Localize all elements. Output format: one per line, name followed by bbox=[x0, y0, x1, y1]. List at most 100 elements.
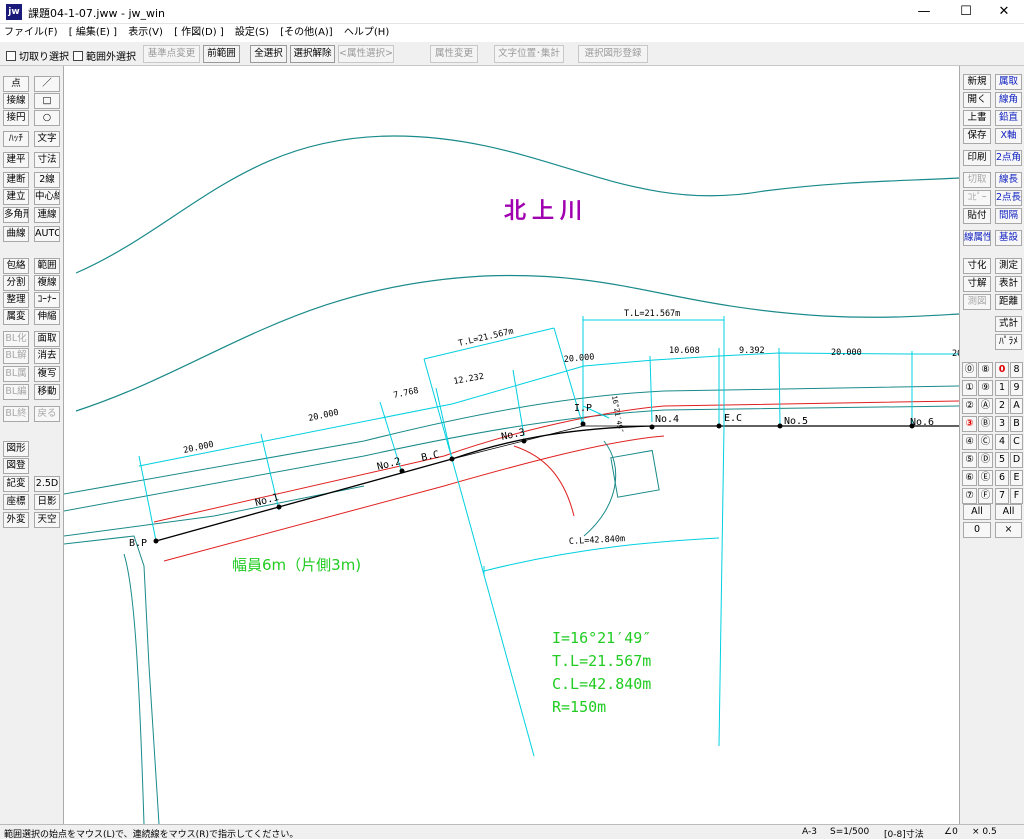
select-all-button[interactable]: 全選択 bbox=[250, 45, 287, 63]
left-tool2-22[interactable]: 天空 bbox=[34, 512, 60, 528]
layer-group-circle[interactable]: Ⓐ bbox=[978, 398, 993, 414]
left-tool2-5[interactable]: 2線 bbox=[34, 172, 60, 188]
left-tool-22[interactable]: 外変 bbox=[3, 512, 29, 528]
layer-group-button[interactable]: 7 bbox=[995, 488, 1009, 504]
right-tool2-5[interactable]: 線長 bbox=[995, 172, 1022, 188]
right-tool-2[interactable]: 上書 bbox=[963, 110, 991, 126]
layer-group-circle[interactable]: Ⓓ bbox=[978, 452, 993, 468]
maximize-button[interactable]: ☐ bbox=[946, 0, 986, 24]
layer-group-button[interactable]: 1 bbox=[995, 380, 1009, 396]
right-tool2-1[interactable]: 線角 bbox=[995, 92, 1022, 108]
close-button[interactable]: ✕ bbox=[984, 0, 1024, 24]
layer-group-circle[interactable]: ③ bbox=[962, 416, 977, 432]
left-tool-5[interactable]: 建断 bbox=[3, 172, 29, 188]
layer-button[interactable]: F bbox=[1010, 488, 1023, 504]
left-tool2-12[interactable]: 伸縮 bbox=[34, 309, 60, 325]
left-tool2-3[interactable]: 文字 bbox=[34, 131, 60, 147]
left-tool2-13[interactable]: 面取 bbox=[34, 331, 60, 347]
attribute-change-button[interactable]: 属性変更 bbox=[430, 45, 478, 63]
left-tool-15[interactable]: BL属 bbox=[3, 366, 29, 382]
left-tool-0[interactable]: 点 bbox=[3, 76, 29, 92]
right-tool-1[interactable]: 開く bbox=[963, 92, 991, 108]
right-tool-10[interactable]: 寸解 bbox=[963, 276, 991, 292]
layer-button[interactable]: E bbox=[1010, 470, 1023, 486]
factor-status[interactable]: × 0.5 bbox=[972, 827, 997, 837]
drawing-canvas[interactable]: 北上川 20.000 20.000 7.768 12.232 20.000 10… bbox=[63, 66, 962, 825]
left-tool2-7[interactable]: 連線 bbox=[34, 207, 60, 223]
text-position-button[interactable]: 文字位置･集計 bbox=[494, 45, 564, 63]
right-tool-3[interactable]: 保存 bbox=[963, 128, 991, 144]
menu-file[interactable]: ファイル(F) bbox=[0, 24, 62, 42]
left-tool-10[interactable]: 分割 bbox=[3, 275, 29, 291]
left-tool-4[interactable]: 建平 bbox=[3, 152, 29, 168]
right-tool2-10[interactable]: 表計 bbox=[995, 276, 1022, 292]
left-tool2-4[interactable]: 寸法 bbox=[34, 152, 60, 168]
right-tool-8[interactable]: 線属性 bbox=[963, 230, 991, 246]
right-tool-11[interactable]: 測図 bbox=[963, 294, 991, 310]
left-tool2-16[interactable]: 移動 bbox=[34, 384, 60, 400]
layer-group-button[interactable]: 3 bbox=[995, 416, 1009, 432]
left-tool2-20[interactable]: 2.5D bbox=[34, 476, 60, 492]
left-tool-12[interactable]: 属変 bbox=[3, 309, 29, 325]
left-tool-19[interactable]: 図登 bbox=[3, 458, 29, 474]
outside-select-checkbox[interactable]: 範囲外選択 bbox=[73, 48, 136, 63]
left-tool2-10[interactable]: 複線 bbox=[34, 275, 60, 291]
left-tool2-9[interactable]: 範囲 bbox=[34, 258, 60, 274]
right-tool-5[interactable]: 切取 bbox=[963, 172, 991, 188]
layer-group-circle[interactable]: ④ bbox=[962, 434, 977, 450]
previous-range-button[interactable]: 前範囲 bbox=[203, 45, 240, 63]
layer-group-circle[interactable]: ⑦ bbox=[962, 488, 977, 504]
left-tool-7[interactable]: 多角形 bbox=[3, 207, 29, 223]
cad-drawing[interactable]: 北上川 20.000 20.000 7.768 12.232 20.000 10… bbox=[63, 66, 962, 825]
left-tool-21[interactable]: 座標 bbox=[3, 494, 29, 510]
paper-size[interactable]: A-3 bbox=[802, 827, 817, 837]
layer-button[interactable]: 8 bbox=[1010, 362, 1023, 378]
left-tool-1[interactable]: 接線 bbox=[3, 93, 29, 109]
layer-group-circle[interactable]: ⑥ bbox=[962, 470, 977, 486]
left-tool2-6[interactable]: 中心線 bbox=[34, 189, 60, 205]
layer-group-button[interactable]: 2 bbox=[995, 398, 1009, 414]
right-tool2-3[interactable]: X軸 bbox=[995, 128, 1022, 144]
left-tool-13[interactable]: BL化 bbox=[3, 331, 29, 347]
right-tool2-4[interactable]: 2点角 bbox=[995, 150, 1022, 166]
left-tool2-2[interactable]: ○ bbox=[34, 110, 60, 126]
menu-help[interactable]: ヘルプ(H) bbox=[340, 24, 393, 42]
left-tool-3[interactable]: ﾊｯﾁ bbox=[3, 131, 29, 147]
left-tool-17[interactable]: BL終 bbox=[3, 406, 29, 422]
left-tool2-21[interactable]: 日影 bbox=[34, 494, 60, 510]
menu-other[interactable]: [その他(A)] bbox=[276, 24, 336, 42]
right-tool2-9[interactable]: 測定 bbox=[995, 258, 1022, 274]
layer-zero-button[interactable]: 0 bbox=[963, 522, 991, 538]
left-tool-9[interactable]: 包絡 bbox=[3, 258, 29, 274]
right-tool2-0[interactable]: 属取 bbox=[995, 74, 1022, 90]
menu-settings[interactable]: 設定(S) bbox=[231, 24, 273, 42]
right-tool2-6[interactable]: 2点長 bbox=[995, 190, 1022, 206]
layer-group-button[interactable]: 5 bbox=[995, 452, 1009, 468]
checkbox-box[interactable] bbox=[73, 50, 83, 61]
left-tool-14[interactable]: BL解 bbox=[3, 348, 29, 364]
right-tool-4[interactable]: 印刷 bbox=[963, 150, 991, 166]
group-all-button[interactable]: All bbox=[995, 504, 1022, 520]
left-tool-11[interactable]: 整理 bbox=[3, 292, 29, 308]
right-tool-7[interactable]: 貼付 bbox=[963, 208, 991, 224]
left-tool2-14[interactable]: 消去 bbox=[34, 348, 60, 364]
layer-group-circle[interactable]: ⓪ bbox=[962, 362, 977, 378]
right-tool2-8[interactable]: 基設 bbox=[995, 230, 1022, 246]
angle-status[interactable]: ∠0 bbox=[944, 827, 958, 837]
right-tool-0[interactable]: 新規 bbox=[963, 74, 991, 90]
left-tool2-11[interactable]: ｺｰﾅｰ bbox=[34, 292, 60, 308]
left-tool-6[interactable]: 建立 bbox=[3, 189, 29, 205]
right-tool-9[interactable]: 寸化 bbox=[963, 258, 991, 274]
checkbox-box[interactable] bbox=[6, 50, 16, 61]
right-tool2-2[interactable]: 鉛直 bbox=[995, 110, 1022, 126]
menu-edit[interactable]: [ 編集(E) ] bbox=[65, 24, 121, 42]
layer-button[interactable]: D bbox=[1010, 452, 1023, 468]
layer-cancel-button[interactable]: × bbox=[995, 522, 1022, 538]
left-tool2-15[interactable]: 複写 bbox=[34, 366, 60, 382]
layer-all-button[interactable]: All bbox=[963, 504, 991, 520]
left-tool2-1[interactable]: □ bbox=[34, 93, 60, 109]
layer-group-button[interactable]: 0 bbox=[995, 362, 1009, 378]
deselect-button[interactable]: 選択解除 bbox=[290, 45, 335, 63]
left-tool2-0[interactable]: ／ bbox=[34, 76, 60, 92]
left-tool-20[interactable]: 記変 bbox=[3, 476, 29, 492]
